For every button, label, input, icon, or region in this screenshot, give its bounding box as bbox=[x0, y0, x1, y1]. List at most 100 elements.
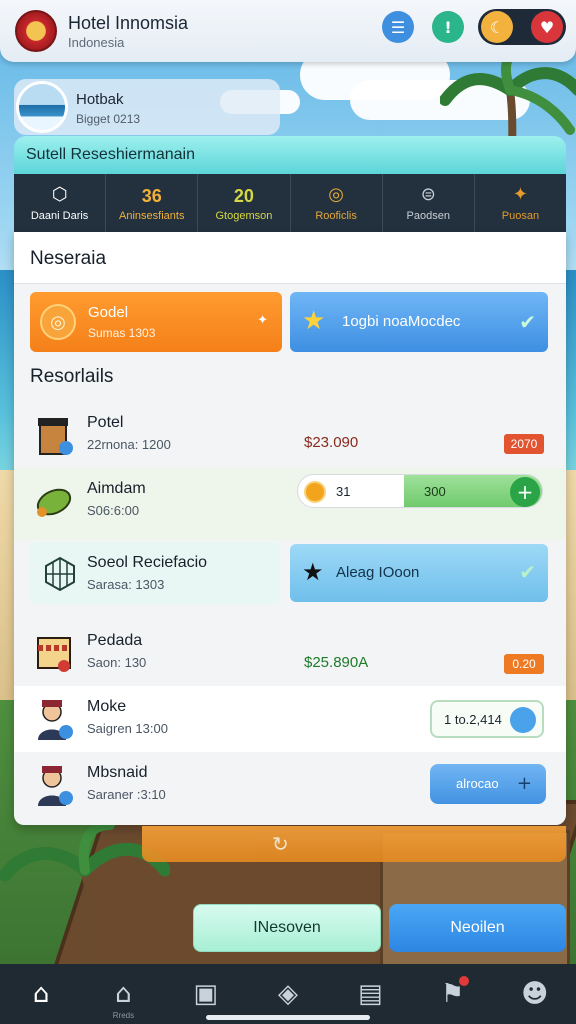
bag-icon: ▤ bbox=[357, 979, 383, 1009]
door-icon: ▣ bbox=[193, 979, 218, 1009]
godel-title: Godel bbox=[88, 304, 129, 321]
status-badge: 2070 bbox=[504, 434, 544, 454]
bellhop-avatar-icon bbox=[38, 700, 73, 740]
header-pill-group: ☾ ♥ bbox=[478, 9, 566, 45]
stat-aninsesfiants[interactable]: 36 Aninsesfiants bbox=[106, 174, 199, 232]
reserve-label: INesoven bbox=[253, 919, 321, 936]
tab-staff[interactable]: ☻ bbox=[494, 964, 576, 1024]
home-indicator bbox=[206, 1015, 370, 1020]
resource-row-potel[interactable]: Potel 22rnona: 1200 $23.090 2070 bbox=[14, 402, 566, 468]
check-icon: ✔ bbox=[519, 560, 536, 584]
stat-daani-daris[interactable]: ⬡ Daani Daris bbox=[14, 174, 107, 232]
info-icon: ! bbox=[444, 17, 452, 37]
stat-puosan[interactable]: ✦ Puosan bbox=[475, 174, 566, 232]
notification-dot bbox=[459, 976, 470, 986]
menu-list-button[interactable]: ☰ bbox=[382, 11, 414, 43]
house-icon: ⌂ bbox=[115, 979, 132, 1009]
target-icon: ◎ bbox=[40, 304, 76, 340]
tab-alerts[interactable]: ⚑ bbox=[411, 964, 493, 1024]
resource-row-special[interactable]: Soeol Reciefacio Sarasa: 1303 ★ Aleag IO… bbox=[14, 540, 566, 608]
stat-value: 20 bbox=[233, 186, 254, 206]
people-icon: ☻ bbox=[521, 979, 549, 1009]
stat-label: Paodsen bbox=[406, 210, 450, 222]
resource-name: Soeol Reciefacio bbox=[87, 554, 208, 571]
status-badge: 0.20 bbox=[504, 654, 544, 674]
resource-sub: Sarasa: 1303 bbox=[87, 577, 165, 592]
list-icon: ☰ bbox=[390, 17, 406, 37]
check-icon: ✔ bbox=[519, 310, 536, 334]
profile-name: Hotbak bbox=[76, 91, 124, 108]
resource-sub: 22rnona: 1200 bbox=[87, 437, 171, 452]
next-button[interactable]: Neoilen bbox=[389, 904, 566, 952]
favorites-button[interactable]: ♥ bbox=[531, 11, 563, 43]
panel-titlebar: Sutell Reseshiermanain bbox=[14, 136, 566, 174]
tab-home[interactable]: ⌂ bbox=[0, 964, 82, 1024]
rewards-button[interactable]: ☾ bbox=[481, 11, 513, 43]
resource-row-aimdam[interactable]: Aimdam S06:6:00 31 300 + bbox=[14, 468, 566, 540]
resource-name: Mbsnaid bbox=[87, 764, 148, 781]
resource-sub: Saraner :3:10 bbox=[87, 787, 166, 802]
profile-card[interactable]: Hotbak Bigget 0213 bbox=[14, 79, 280, 135]
stat-label: Aninsesfiants bbox=[119, 210, 185, 222]
stat-value: 36 bbox=[141, 186, 162, 206]
star-icon: ★ bbox=[302, 306, 326, 336]
staff-avatar-icon bbox=[38, 766, 73, 806]
stats-bar: ⬡ Daani Daris 36 Aninsesfiants 20 Gtogem… bbox=[14, 174, 566, 232]
resource-sub: Saon: 130 bbox=[87, 655, 147, 670]
stat-label: Rooficlis bbox=[315, 210, 357, 222]
add-button[interactable]: + bbox=[510, 477, 540, 507]
resource-name: Moke bbox=[87, 698, 127, 715]
resource-row-pedada[interactable]: Pedada Saon: 130 $25.890A 0.20 bbox=[14, 620, 566, 684]
special-action-label: Aleag IOoon bbox=[336, 564, 420, 581]
godel-button[interactable]: ◎ Godel Sumas 1303 ✦ bbox=[30, 292, 282, 352]
tab-label: Rreds bbox=[112, 1011, 135, 1020]
hire-button[interactable]: alrocao + bbox=[430, 764, 546, 804]
orange-action-strip[interactable]: ↻ bbox=[142, 826, 566, 862]
pin-icon: ✦ bbox=[512, 184, 528, 205]
coin-icon bbox=[510, 707, 536, 733]
resource-price: $23.090 bbox=[304, 434, 359, 451]
resource-name: Aimdam bbox=[87, 480, 146, 497]
resource-price: $25.890A bbox=[304, 654, 369, 671]
stat-paodsen[interactable]: ⊜ Paodsen bbox=[383, 174, 475, 232]
coin-icon bbox=[304, 481, 326, 503]
target-icon: ◎ bbox=[328, 184, 344, 205]
resources-heading: Resorlails bbox=[30, 366, 114, 387]
stat-gtogemson[interactable]: 20 Gtogemson bbox=[198, 174, 291, 232]
stat-rooficlis[interactable]: ◎ Rooficlis bbox=[291, 174, 383, 232]
heart-icon: ♥ bbox=[539, 17, 555, 37]
reserve-button[interactable]: INesoven bbox=[193, 904, 381, 952]
info-button[interactable]: ! bbox=[432, 11, 464, 43]
special-action-button[interactable]: ★ Aleag IOoon ✔ bbox=[290, 544, 548, 602]
slider-right-value: 300 bbox=[424, 484, 446, 499]
moon-icon: ☾ bbox=[489, 17, 505, 37]
featured-label: 1ogbi noaMocdec bbox=[342, 313, 461, 330]
coin-icon: ⊜ bbox=[420, 184, 436, 205]
stat-label: Puosan bbox=[501, 210, 540, 222]
hotel-logo-icon bbox=[15, 10, 57, 52]
amount-field[interactable]: 1 to.2,414 bbox=[430, 700, 544, 738]
resources-panel: Neseraia ◎ Godel Sumas 1303 ✦ ★ 1ogbi no… bbox=[14, 232, 566, 825]
avatar bbox=[16, 81, 68, 133]
grid-globe-icon bbox=[45, 556, 75, 592]
leaf-icon bbox=[36, 488, 72, 517]
app-title: Hotel Innomsia bbox=[68, 13, 189, 33]
tab-lodging[interactable]: ⌂ Rreds bbox=[82, 964, 164, 1024]
star-icon: ★ bbox=[302, 558, 324, 586]
resource-name: Pedada bbox=[87, 632, 143, 649]
stat-label: Daani Daris bbox=[30, 210, 89, 222]
resource-row-mbsnaid[interactable]: Mbsnaid Saraner :3:10 alrocao + bbox=[14, 752, 566, 818]
panel-head: Neseraia bbox=[14, 232, 566, 284]
plus-icon: + bbox=[516, 773, 532, 794]
resource-row-moke[interactable]: Moke Saigren 13:00 1 to.2,414 bbox=[14, 686, 566, 752]
home-icon: ⌂ bbox=[32, 979, 50, 1009]
profile-sub: Bigget 0213 bbox=[76, 112, 141, 126]
app-subtitle: Indonesia bbox=[68, 35, 125, 50]
top-header: Hotel Innomsia Indonesia ☰ ! ☾ ♥ bbox=[0, 0, 576, 62]
resource-sub: Saigren 13:00 bbox=[87, 721, 168, 736]
hire-label: alrocao bbox=[456, 776, 499, 791]
cube-icon: ⬡ bbox=[51, 184, 68, 205]
building-icon bbox=[38, 418, 73, 455]
featured-button[interactable]: ★ 1ogbi noaMocdec ✔ bbox=[290, 292, 548, 352]
harvest-slider[interactable]: 31 300 + bbox=[297, 474, 543, 508]
